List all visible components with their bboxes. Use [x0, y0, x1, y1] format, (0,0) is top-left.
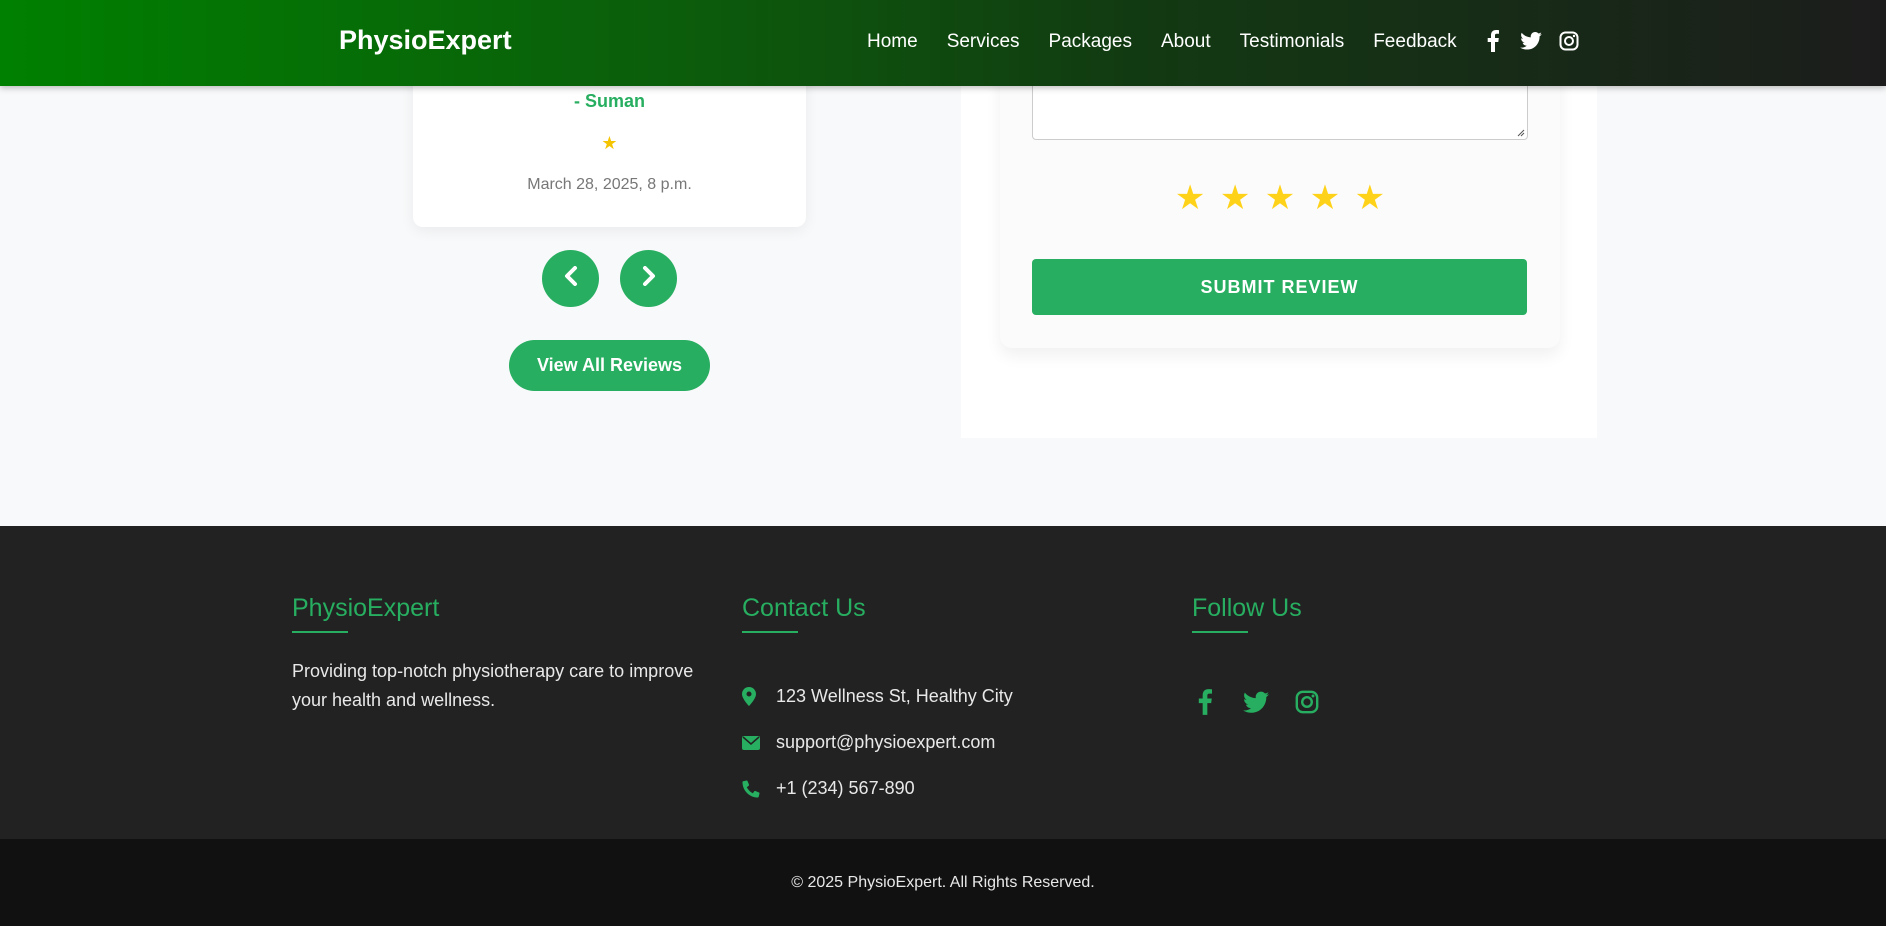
navbar: PhysioExpert Home Services Packages Abou… [0, 0, 1886, 86]
chevron-right-icon [641, 266, 657, 291]
contact-email: support@physioexpert.com [742, 732, 995, 753]
nav-link-home[interactable]: Home [867, 31, 918, 53]
copyright-bar: © 2025 PhysioExpert. All Rights Reserved… [0, 839, 1886, 926]
phone-icon [742, 779, 776, 798]
nav-link-about[interactable]: About [1161, 31, 1211, 53]
contact-email-text[interactable]: support@physioexpert.com [776, 732, 995, 753]
footer-about-title: PhysioExpert [292, 594, 440, 622]
footer-follow-title: Follow Us [1192, 594, 1302, 622]
footer-social-icons [1192, 688, 1320, 716]
footer-about-text: Providing top-notch physiotherapy care t… [292, 661, 694, 710]
testimonial-author: - Suman [573, 91, 645, 111]
contact-address: 123 Wellness St, Healthy City [742, 686, 1013, 707]
instagram-icon[interactable] [1558, 29, 1580, 53]
footer: PhysioExpert Providing top-notch physiot… [0, 526, 1886, 839]
carousel-prev-button[interactable] [542, 250, 599, 307]
contact-address-text: 123 Wellness St, Healthy City [776, 686, 1013, 706]
facebook-icon[interactable] [1192, 688, 1218, 716]
submit-review-button[interactable]: SUBMIT REVIEW [1032, 259, 1527, 315]
title-underline [1192, 631, 1248, 633]
nav-social-icons [1482, 29, 1580, 53]
map-pin-icon [742, 687, 776, 706]
testimonial-date: March 28, 2025, 8 p.m. [527, 176, 692, 193]
contact-phone-text[interactable]: +1 (234) 567-890 [776, 778, 915, 799]
star-4[interactable]: ★ [1310, 179, 1340, 217]
contact-phone: +1 (234) 567-890 [742, 778, 915, 799]
review-form-section: ★ ★ ★ ★ ★ SUBMIT REVIEW [961, 40, 1597, 438]
nav-links: Home Services Packages About Testimonial… [867, 31, 1486, 53]
title-underline [292, 631, 348, 633]
star-2[interactable]: ★ [1220, 179, 1250, 217]
instagram-icon[interactable] [1294, 688, 1320, 716]
star-1[interactable]: ★ [1175, 179, 1205, 217]
star-5[interactable]: ★ [1355, 179, 1385, 217]
copyright-text: © 2025 PhysioExpert. All Rights Reserved… [791, 873, 1095, 891]
twitter-icon[interactable] [1520, 29, 1542, 53]
footer-contact: Contact Us 123 Wellness St, Healthy City… [742, 594, 1142, 798]
carousel-next-button[interactable] [620, 250, 677, 307]
brand-logo[interactable]: PhysioExpert [339, 25, 512, 56]
facebook-icon[interactable] [1482, 29, 1504, 53]
footer-about: PhysioExpert Providing top-notch physiot… [292, 594, 712, 715]
nav-link-packages[interactable]: Packages [1049, 31, 1132, 53]
review-form: ★ ★ ★ ★ ★ SUBMIT REVIEW [1000, 40, 1560, 348]
chevron-left-icon [563, 266, 579, 291]
nav-link-testimonials[interactable]: Testimonials [1240, 31, 1345, 53]
testimonial-rating: ★ [601, 133, 618, 153]
twitter-icon[interactable] [1243, 688, 1269, 716]
view-all-reviews-button[interactable]: View All Reviews [509, 340, 710, 391]
title-underline [742, 631, 798, 633]
resize-handle-icon[interactable] [1515, 127, 1525, 137]
envelope-icon [742, 735, 776, 750]
footer-follow: Follow Us [1192, 594, 1492, 715]
nav-link-services[interactable]: Services [947, 31, 1020, 53]
rating-stars-input: ★ ★ ★ ★ ★ [1000, 178, 1560, 218]
footer-contact-title: Contact Us [742, 594, 866, 622]
nav-link-feedback[interactable]: Feedback [1373, 31, 1456, 53]
star-3[interactable]: ★ [1265, 179, 1295, 217]
